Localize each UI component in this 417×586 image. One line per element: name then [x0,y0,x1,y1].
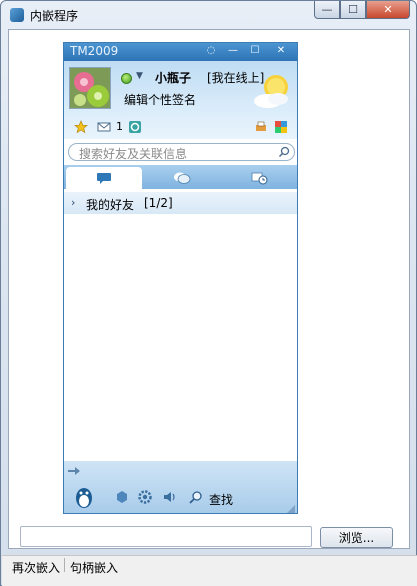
chat-bubble-icon [97,173,111,184]
window-titlebar[interactable]: 内嵌程序 — ☐ ✕ [1,1,416,29]
zone-icon[interactable] [128,120,142,134]
tm-minimize-button[interactable]: — [223,44,243,58]
tm-chat-button[interactable]: ◌ [201,44,221,58]
speaker-icon[interactable] [162,489,178,505]
avatar[interactable] [69,67,111,109]
app-icon [10,8,24,22]
star-icon[interactable] [74,120,88,134]
find-icon[interactable] [188,489,204,505]
close-button[interactable]: ✕ [366,1,410,19]
printer-icon[interactable] [254,120,268,134]
browse-button[interactable]: 浏览... [320,527,393,548]
tm-close-button[interactable]: ✕ [267,44,295,58]
mail-icon[interactable] [97,120,111,134]
tm-title-buttons: ◌ — ☐ ✕ [201,44,295,58]
search-icon[interactable] [278,146,290,158]
tm-tab-bar [64,165,297,189]
friend-search-input[interactable]: 搜索好友及关联信息 [68,143,295,161]
tm-titlebar[interactable]: TM2009 ◌ — ☐ ✕ [64,43,297,61]
avatar-image-icon [70,68,110,108]
status-bar: 再次嵌入 句柄嵌入 [2,555,417,586]
friend-group-label: 我的好友 [86,198,135,212]
tm-title: TM2009 [70,44,119,58]
qq-penguin-icon[interactable] [73,485,95,509]
status-dropdown-icon[interactable]: ▼ [136,71,143,81]
tm-footer: 查找 [64,461,297,513]
window-client-area: TM2009 ◌ — ☐ ✕ ▼ 小瓶子 [我在线上] 编辑个性签名 1 搜索好… [8,29,410,549]
tab-groups[interactable] [144,167,220,189]
tab-recent[interactable] [222,167,297,189]
handle-embed-status[interactable]: 句柄嵌入 [70,559,118,576]
resize-grip-icon[interactable] [287,505,295,513]
tab-contacts[interactable] [66,167,142,189]
nickname: 小瓶子 [155,71,192,85]
friend-group-count: [1/2] [144,196,173,210]
window-title: 内嵌程序 [30,9,79,23]
color-skin-icon[interactable] [274,120,288,134]
signature[interactable]: 编辑个性签名 [124,91,196,108]
online-status-icon[interactable] [121,73,132,84]
tm-user-header: ▼ 小瓶子 [我在线上] 编辑个性签名 1 [64,61,297,139]
friend-group-row[interactable]: › 我的好友 [1/2] [64,192,297,214]
tm-tool-row: 1 [64,117,297,139]
mail-count: 1 [116,120,123,133]
window-controls: — ☐ ✕ [314,1,410,19]
app-box-icon[interactable] [114,489,130,505]
recent-clock-icon [251,172,268,185]
main-window: 内嵌程序 — ☐ ✕ TM2009 ◌ — ☐ ✕ ▼ 小瓶子 [我在线上] 编… [0,0,417,586]
group-chat-icon [174,172,191,184]
maximize-button[interactable]: ☐ [340,1,366,19]
weather-sun-cloud-icon[interactable] [250,69,294,113]
search-placeholder: 搜索好友及关联信息 [79,147,188,161]
status-divider [64,558,65,572]
path-input[interactable] [20,526,312,547]
forward-arrow-icon[interactable] [68,467,80,475]
gear-icon[interactable] [137,489,153,505]
reembed-status[interactable]: 再次嵌入 [12,559,60,576]
embedded-tm-panel: TM2009 ◌ — ☐ ✕ ▼ 小瓶子 [我在线上] 编辑个性签名 1 搜索好… [63,42,298,514]
tm-maximize-button[interactable]: ☐ [245,44,265,58]
chevron-right-icon: › [71,196,76,209]
find-button-label[interactable]: 查找 [209,491,233,508]
minimize-button[interactable]: — [314,1,340,19]
